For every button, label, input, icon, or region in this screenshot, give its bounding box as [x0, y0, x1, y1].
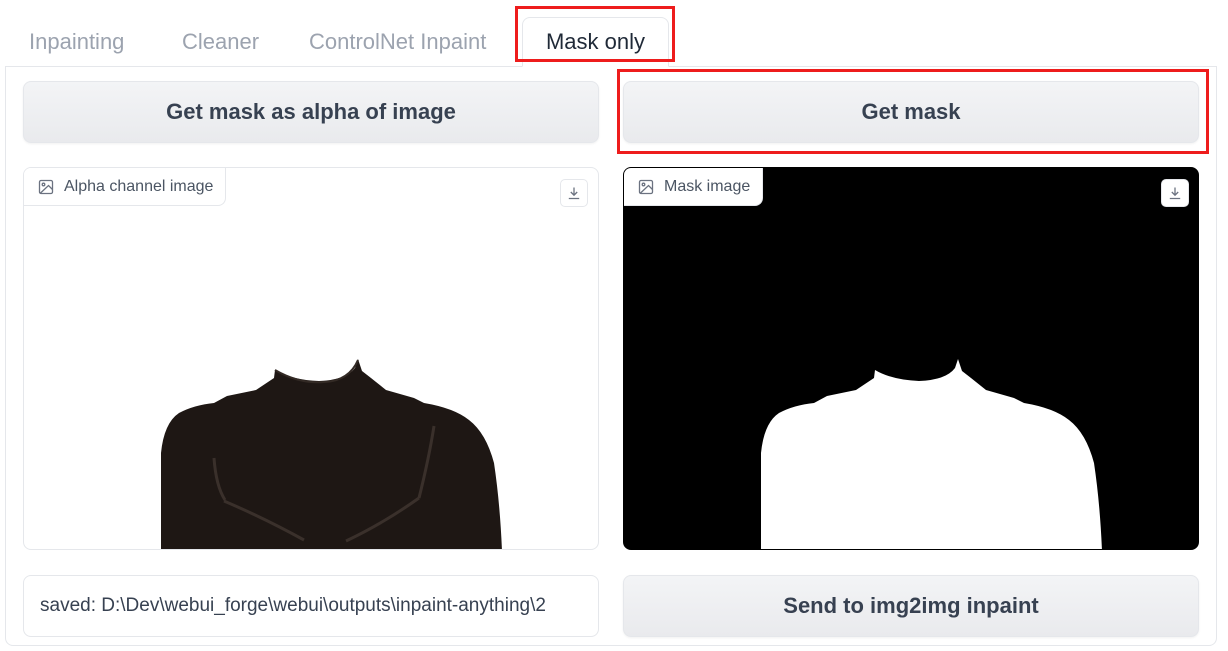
alpha-image-label: Alpha channel image — [24, 168, 227, 206]
mask-silhouette — [761, 359, 1102, 549]
mask-image-label: Mask image — [624, 168, 764, 206]
alpha-image-label-text: Alpha channel image — [64, 177, 214, 195]
tab-inpainting[interactable]: Inpainting — [29, 18, 124, 66]
get-mask-as-alpha-button[interactable]: Get mask as alpha of image — [23, 81, 599, 143]
download-icon — [1169, 187, 1181, 200]
mask-image: Mask image — [623, 167, 1199, 550]
send-to-img2img-inpaint-button[interactable]: Send to img2img inpaint — [623, 575, 1199, 637]
image-icon — [638, 179, 654, 194]
download-mask-button[interactable] — [1161, 179, 1189, 207]
download-alpha-button[interactable] — [560, 179, 588, 207]
tab-controlnet-inpaint[interactable]: ControlNet Inpaint — [309, 18, 486, 66]
mask-image-label-text: Mask image — [664, 177, 751, 195]
alpha-channel-image: Alpha channel image — [23, 167, 599, 550]
tab-cleaner[interactable]: Cleaner — [182, 18, 259, 66]
status-textbox[interactable]: saved: D:\Dev\webui_forge\webui\outputs\… — [23, 575, 599, 637]
tab-mask-only[interactable]: Mask only — [522, 17, 669, 67]
download-icon — [568, 187, 580, 200]
image-icon — [38, 179, 54, 194]
garment-figure — [161, 359, 502, 549]
get-mask-button[interactable]: Get mask — [623, 81, 1199, 143]
